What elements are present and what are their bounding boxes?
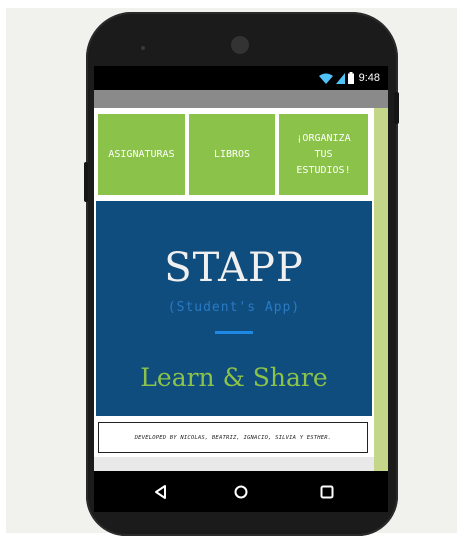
asignaturas-label: ASIGNATURAS xyxy=(108,148,175,160)
home-button[interactable] xyxy=(231,482,251,502)
signal-icon xyxy=(335,72,345,84)
hero-banner: STAPP (Student's App) Learn & Share xyxy=(96,201,372,416)
hero-divider xyxy=(215,331,253,334)
developer-credit-box: DEVELOPED BY NICOLAS, BEATRIZ, IGNACIO, … xyxy=(98,422,368,453)
battery-icon xyxy=(347,72,354,84)
home-icon xyxy=(234,485,248,499)
libros-label: LIBROS xyxy=(213,148,251,160)
back-icon xyxy=(155,485,166,499)
app-content: ASIGNATURAS LIBROS ¡ORGANIZA TUS ESTUDIO… xyxy=(94,108,388,471)
power-button xyxy=(394,92,399,124)
app-subtitle: (Student's App) xyxy=(167,300,301,315)
phone-screen: 9:48 ASIGNATURAS LIBROS ¡ORGANIZA TUS ES… xyxy=(94,66,388,471)
organiza-estudios-button[interactable]: ¡ORGANIZA TUS ESTUDIOS! xyxy=(279,114,368,195)
libros-button[interactable]: LIBROS xyxy=(189,114,275,195)
status-time: 9:48 xyxy=(358,72,380,84)
status-icons: 9:48 xyxy=(318,71,380,85)
bottom-bar xyxy=(94,457,374,471)
wifi-icon xyxy=(318,73,333,84)
app-tagline: Learn & Share xyxy=(140,363,328,392)
organiza-estudios-label: ¡ORGANIZA TUS ESTUDIOS! xyxy=(296,132,351,176)
front-sensor xyxy=(141,46,145,50)
recents-icon xyxy=(320,485,334,499)
volume-button xyxy=(84,162,88,202)
action-bar xyxy=(94,90,388,108)
recents-button[interactable] xyxy=(317,482,337,502)
back-button[interactable] xyxy=(151,482,171,502)
asignaturas-button[interactable]: ASIGNATURAS xyxy=(98,114,185,195)
front-camera xyxy=(231,36,249,54)
navigation-bar xyxy=(94,471,388,512)
scroll-strip xyxy=(374,108,388,471)
app-title: STAPP xyxy=(164,245,304,291)
phone-frame: 9:48 ASIGNATURAS LIBROS ¡ORGANIZA TUS ES… xyxy=(84,12,399,536)
developer-credit: DEVELOPED BY NICOLAS, BEATRIZ, IGNACIO, … xyxy=(134,434,332,441)
status-bar: 9:48 xyxy=(94,66,388,90)
